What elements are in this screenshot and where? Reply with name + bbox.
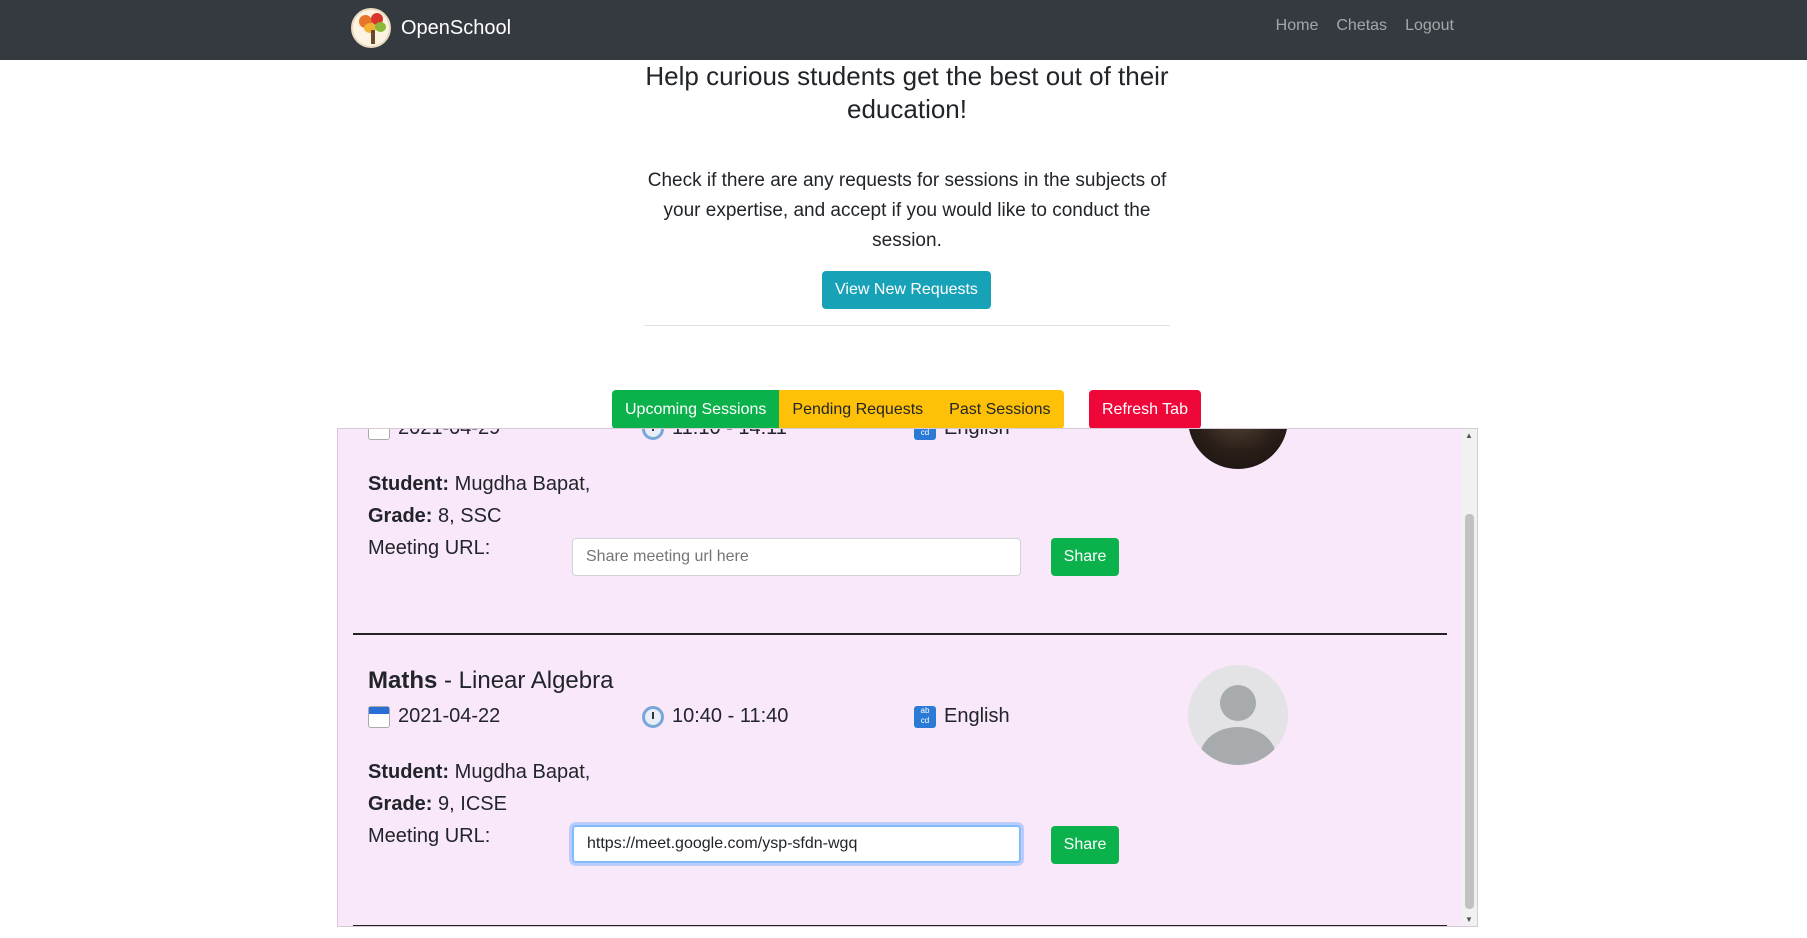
navbar: OpenSchool Home Chetas Logout: [0, 0, 1807, 60]
panel-scrollbar[interactable]: ▲ ▼: [1462, 429, 1477, 926]
nav-user-link[interactable]: Chetas: [1336, 17, 1387, 35]
brand[interactable]: OpenSchool: [351, 7, 511, 49]
language-abcd-icon: abcd: [914, 705, 936, 728]
student-avatar: [1188, 429, 1288, 469]
tab-upcoming-sessions[interactable]: Upcoming Sessions: [612, 390, 780, 429]
hero-title: Help curious students get the best out o…: [645, 61, 1169, 124]
session-language: abcd English: [914, 429, 1010, 440]
share-button[interactable]: Share: [1051, 538, 1119, 576]
refresh-tab-button[interactable]: Refresh Tab: [1089, 390, 1201, 429]
default-avatar-icon: [1188, 665, 1288, 765]
clock-icon: [642, 429, 664, 440]
calendar-icon: [368, 705, 390, 728]
view-new-requests-button[interactable]: View New Requests: [822, 271, 991, 309]
grade-info: Grade: 9, ICSE: [368, 793, 507, 815]
session-time: 10:40 - 11:40: [642, 705, 788, 728]
meeting-url-input[interactable]: [572, 538, 1021, 576]
hero-description: Check if there are any requests for sess…: [647, 170, 1167, 251]
session-separator: [353, 925, 1447, 926]
language-abcd-icon: abcd: [914, 429, 936, 440]
share-button[interactable]: Share: [1051, 826, 1119, 864]
nav-logout-link[interactable]: Logout: [1405, 17, 1454, 35]
session-date: 2021-04-29: [368, 429, 500, 440]
session-title: Maths - Linear Algebra: [368, 667, 614, 694]
nav-links: Home Chetas Logout: [1276, 17, 1454, 35]
divider: [644, 325, 1170, 326]
brand-name: OpenSchool: [401, 16, 512, 39]
tab-pending-requests[interactable]: Pending Requests: [779, 390, 937, 429]
scroll-up-icon[interactable]: ▲: [1465, 431, 1473, 440]
session-date: 2021-04-22: [368, 705, 500, 728]
session-language: abcd English: [914, 705, 1010, 728]
meeting-url-input[interactable]: [572, 825, 1021, 863]
session-separator: [353, 633, 1447, 635]
grade-info: Grade: 8, SSC: [368, 505, 502, 527]
session-card: 2021-04-29 11:10 - 14:11 abcd English St…: [338, 429, 1464, 639]
tab-past-sessions[interactable]: Past Sessions: [936, 390, 1064, 429]
openschool-logo-icon: [351, 8, 391, 48]
session-card: Maths - Linear Algebra 2021-04-22 10:40 …: [338, 639, 1464, 919]
student-info: Student: Mugdha Bapat,: [368, 761, 591, 783]
meeting-url-label: Meeting URL:: [368, 825, 491, 847]
scroll-thumb[interactable]: [1465, 514, 1474, 909]
clock-icon: [642, 705, 664, 728]
scroll-down-icon[interactable]: ▼: [1465, 915, 1473, 924]
session-time: 11:10 - 14:11: [642, 429, 787, 440]
nav-home-link[interactable]: Home: [1276, 17, 1319, 35]
student-info: Student: Mugdha Bapat,: [368, 473, 591, 495]
session-tabs: Upcoming Sessions Pending Requests Past …: [612, 390, 1064, 429]
calendar-icon: [368, 429, 390, 440]
sessions-panel[interactable]: 2021-04-29 11:10 - 14:11 abcd English St…: [337, 428, 1478, 927]
meeting-url-label: Meeting URL:: [368, 537, 491, 559]
